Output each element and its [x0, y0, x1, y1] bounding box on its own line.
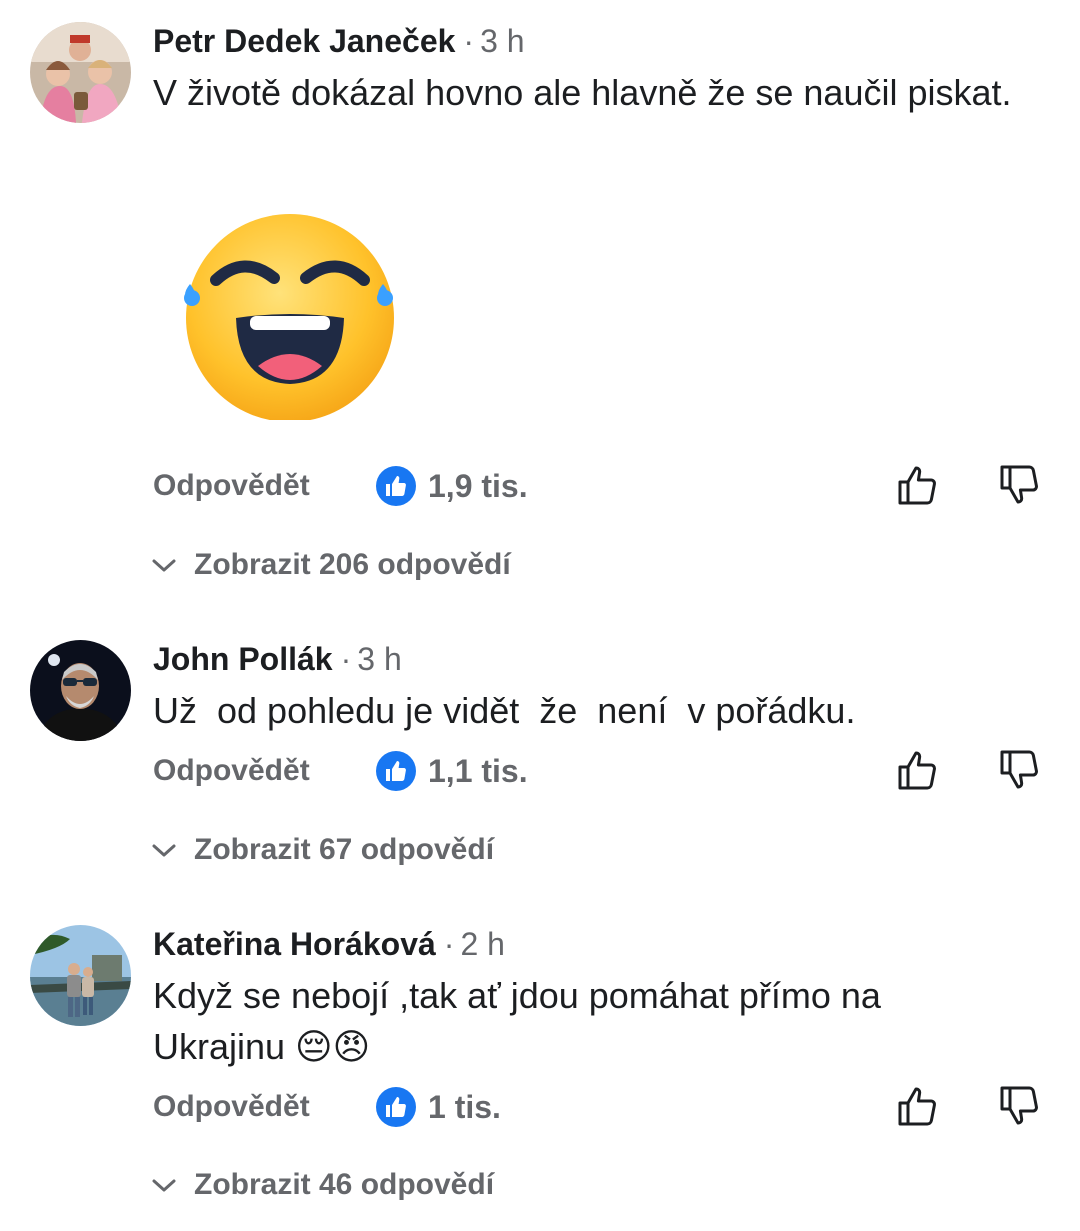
thumbs-up-outline-icon[interactable] — [896, 1084, 940, 1128]
like-summary[interactable]: 1,9 tis. — [376, 465, 528, 507]
thumbs-up-icon — [376, 1087, 416, 1127]
view-replies-button[interactable]: Zobrazit 67 odpovědí — [150, 830, 494, 870]
comment-header: Petr Dedek Janeček · 3 h — [153, 21, 525, 61]
comment-actions: Odpovědět 1,1 tis. — [0, 746, 1080, 796]
like-count: 1 tis. — [428, 1088, 501, 1125]
reply-button[interactable]: Odpovědět — [153, 467, 310, 505]
timestamp: 3 h — [480, 23, 525, 59]
author-name[interactable]: John Pollák — [153, 641, 333, 677]
view-replies-label: Zobrazit 206 odpovědí — [194, 548, 511, 581]
comment-text: V životě dokázal hovno ale hlavně že se … — [153, 72, 1012, 113]
thumbs-up-icon — [376, 466, 416, 506]
avatar[interactable] — [30, 640, 131, 741]
chevron-down-icon — [152, 1179, 176, 1192]
chevron-down-icon — [152, 844, 176, 857]
timestamp: 2 h — [460, 926, 505, 962]
comment-text: Už od pohledu je vidět že není v pořádku… — [153, 690, 856, 731]
reply-button[interactable]: Odpovědět — [153, 752, 310, 790]
comment-header: John Pollák · 3 h — [153, 639, 402, 679]
thumbs-up-icon — [376, 751, 416, 791]
author-name[interactable]: Kateřina Horáková — [153, 926, 436, 962]
thumbs-down-outline-icon[interactable] — [998, 463, 1042, 507]
reply-button[interactable]: Odpovědět — [153, 1088, 310, 1126]
thumbs-down-outline-icon[interactable] — [998, 748, 1042, 792]
chevron-down-icon — [152, 559, 176, 572]
timestamp: 3 h — [357, 641, 402, 677]
like-summary[interactable]: 1,1 tis. — [376, 750, 528, 792]
thumbs-up-outline-icon[interactable] — [896, 748, 940, 792]
view-replies-button[interactable]: Zobrazit 46 odpovědí — [150, 1165, 494, 1205]
comment-text: Když se nebojí ,tak ať jdou pomáhat přím… — [153, 975, 881, 1067]
like-count: 1,9 tis. — [428, 467, 528, 504]
separator-dot: · — [443, 926, 455, 962]
separator-dot: · — [340, 641, 352, 677]
comment-actions: Odpovědět 1 tis. — [0, 1082, 1080, 1132]
thumbs-up-outline-icon[interactable] — [896, 463, 940, 507]
author-name[interactable]: Petr Dedek Janeček — [153, 23, 455, 59]
view-replies-label: Zobrazit 46 odpovědí — [194, 1168, 495, 1201]
comment-actions: Odpovědět 1,9 tis. — [0, 461, 1080, 511]
comment-header: Kateřina Horáková · 2 h — [153, 924, 505, 964]
like-summary[interactable]: 1 tis. — [376, 1086, 501, 1128]
view-replies-label: Zobrazit 67 odpovědí — [194, 833, 495, 866]
avatar[interactable] — [30, 925, 131, 1026]
laughing-tears-emoji-sticker — [180, 214, 400, 422]
avatar[interactable] — [30, 22, 131, 123]
view-replies-button[interactable]: Zobrazit 206 odpovědí — [150, 545, 511, 585]
separator-dot: · — [463, 23, 475, 59]
thumbs-down-outline-icon[interactable] — [998, 1084, 1042, 1128]
like-count: 1,1 tis. — [428, 752, 528, 789]
